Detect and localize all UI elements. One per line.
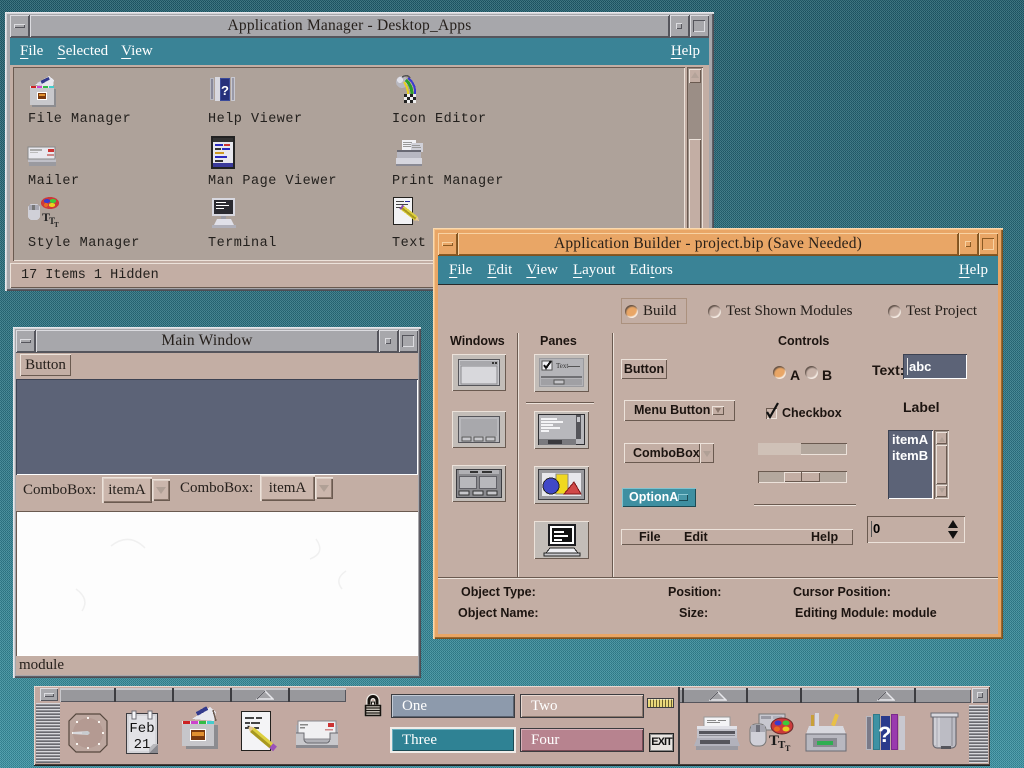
svg-text:Text: Text <box>556 362 568 370</box>
svg-text:?: ? <box>221 83 229 98</box>
svg-text:T: T <box>785 744 791 753</box>
svg-text:Feb: Feb <box>129 721 154 737</box>
svg-text:21: 21 <box>134 737 151 753</box>
svg-text:T: T <box>54 221 59 229</box>
svg-text:?: ? <box>878 722 891 747</box>
